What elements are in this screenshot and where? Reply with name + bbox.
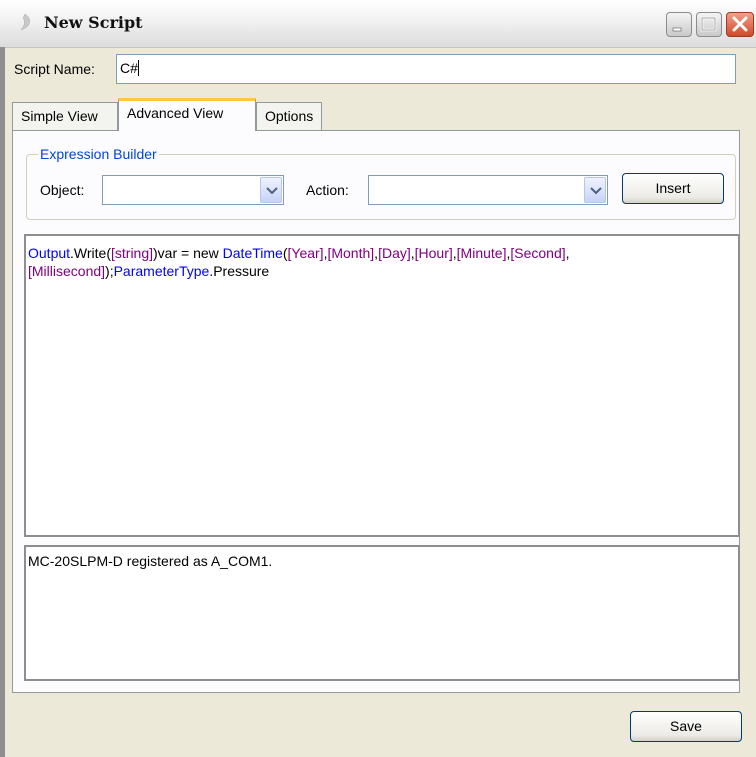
new-script-window: New Script Script Name: C# Simple View A…	[0, 0, 756, 757]
code-token: [Millisecond]	[28, 263, 106, 279]
tab-simple-view-label: Simple View	[21, 108, 98, 124]
action-dropdown[interactable]	[368, 175, 608, 205]
save-button[interactable]: Save	[630, 711, 742, 742]
tab-simple-view[interactable]: Simple View	[12, 102, 118, 130]
close-button[interactable]	[726, 12, 754, 37]
code-token: .Pressure	[209, 263, 270, 279]
close-icon	[732, 16, 748, 32]
code-token: ,	[565, 245, 570, 261]
chevron-down-icon	[590, 187, 602, 195]
expression-builder-legend: Expression Builder	[38, 146, 159, 162]
code-token: [string]	[111, 245, 154, 261]
code-token: [Hour]	[414, 245, 453, 261]
insert-button[interactable]: Insert	[622, 173, 724, 204]
object-dropdown[interactable]	[102, 175, 284, 205]
code-token: .Write(	[70, 245, 111, 261]
script-name-label: Script Name:	[14, 61, 95, 77]
action-label: Action:	[306, 182, 349, 198]
app-icon	[20, 13, 31, 31]
script-name-value: C#	[120, 60, 138, 76]
code-token: [Minute]	[456, 245, 507, 261]
code-token: )var = new	[153, 245, 223, 261]
code-token: [Year]	[287, 245, 324, 261]
code-token: );	[105, 263, 114, 279]
text-cursor	[137, 60, 139, 76]
code-token: [Month]	[327, 245, 375, 261]
code-token: DateTime	[222, 245, 283, 261]
code-token: Output	[28, 245, 71, 261]
code-token: ParameterType	[113, 263, 210, 279]
window-title: New Script	[44, 13, 143, 32]
maximize-icon	[700, 16, 717, 32]
tab-advanced-view[interactable]: Advanced View	[118, 98, 256, 131]
output-text: MC-20SLPM-D registered as A_COM1.	[28, 553, 273, 569]
script-code-editor[interactable]: Output.Write([string])var = new DateTime…	[24, 234, 740, 537]
code-token: [Second]	[510, 245, 566, 261]
chevron-down-icon	[266, 187, 278, 195]
minimize-icon	[672, 27, 682, 32]
object-label: Object:	[40, 182, 85, 198]
tab-options-label: Options	[265, 108, 314, 124]
action-dropdown-button[interactable]	[584, 177, 606, 203]
window-left-edge	[0, 47, 5, 757]
script-name-input[interactable]: C#	[116, 54, 736, 84]
object-dropdown-button[interactable]	[260, 177, 282, 203]
tab-advanced-view-label: Advanced View	[127, 105, 224, 121]
minimize-button[interactable]	[666, 12, 692, 37]
code-token: [Day]	[378, 245, 411, 261]
title-bar[interactable]: New Script	[0, 0, 756, 48]
output-console[interactable]: MC-20SLPM-D registered as A_COM1.	[24, 545, 740, 681]
tab-options[interactable]: Options	[256, 102, 322, 130]
maximize-button[interactable]	[696, 12, 722, 37]
